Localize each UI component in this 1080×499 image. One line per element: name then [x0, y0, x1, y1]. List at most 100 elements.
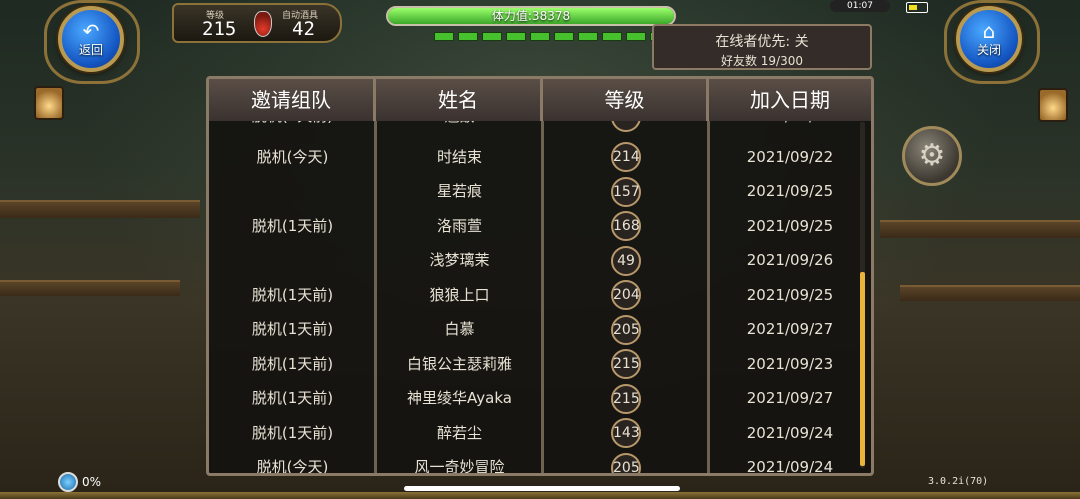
level-value: 215	[202, 18, 237, 40]
level-badge: 168	[611, 211, 641, 241]
online-panel[interactable]: 在线者优先: 关 好友数 19/300	[652, 24, 872, 70]
header-name[interactable]: 姓名	[376, 79, 543, 121]
bookshelf-left-lower	[0, 280, 180, 296]
stamina-widget: 体力值:38378	[386, 6, 676, 46]
table-row[interactable]: 脱机(今天) 时结束 214 2021/09/22	[209, 140, 871, 175]
cell-level: 168	[543, 209, 709, 244]
cell-level: 215	[543, 381, 709, 416]
cell-status[interactable]: 脱机(1天前)	[209, 209, 376, 244]
cell-status[interactable]: 脱机(今天)	[209, 450, 376, 473]
cell-status[interactable]: 脱机(3天前)	[209, 121, 376, 134]
table-row[interactable]: 脱机(1天前) 醉若尘 143 2021/09/24	[209, 416, 871, 451]
stamina-segment	[626, 32, 646, 41]
cell-level: 204	[543, 278, 709, 313]
level-badge: 215	[611, 383, 641, 414]
network-icon	[58, 472, 78, 492]
table-row[interactable]: 脱机(3天前) 魅敌 216 2021/09/25	[209, 121, 871, 134]
table-row[interactable]: 脱机(1天前) 白慕 205 2021/09/27	[209, 312, 871, 347]
friend-list[interactable]: 脱机(3天前) 魅敌 216 2021/09/25 脱机(今天) 时结束 214…	[209, 121, 871, 473]
home-indicator[interactable]	[404, 486, 680, 491]
cell-name: 狼狼上口	[429, 285, 490, 304]
cell-level: 205	[543, 450, 709, 473]
table-row[interactable]: 脱机(今天) 风一奇妙冒险 205 2021/09/24	[209, 450, 871, 473]
table-row[interactable]: 脱机(1天前) 狼狼上口 204 2021/09/25	[209, 278, 871, 313]
cell-level: 215	[543, 347, 709, 382]
cell-name: 魅敌	[376, 121, 543, 134]
cell-level: 214	[543, 140, 709, 175]
level-badge: 204	[611, 280, 641, 310]
auto-potion-value: 42	[292, 18, 315, 40]
version-label: 3.0.2i(70)	[928, 476, 989, 487]
player-stat-bar: 等级 215 自动酒具 42	[172, 3, 342, 43]
table-header: 邀请组队 姓名 等级 加入日期	[209, 79, 871, 121]
cell-status[interactable]: 脱机(1天前)	[209, 278, 376, 313]
friend-list-panel: 邀请组队 姓名 等级 加入日期 脱机(3天前) 魅敌 216 2021/09/2…	[206, 76, 874, 476]
stamina-segment	[530, 32, 550, 41]
cell-date: 2021/09/23	[746, 354, 834, 373]
level-badge: 214	[611, 142, 641, 172]
table-row[interactable]: 浅梦璃茉 49 2021/09/26	[209, 243, 871, 278]
header-level[interactable]: 等级	[543, 79, 709, 121]
settings-button[interactable]: ⚙	[902, 126, 962, 186]
battery-icon	[906, 2, 928, 13]
cell-status[interactable]	[209, 174, 376, 209]
cell-date: 2021/09/22	[746, 147, 834, 166]
gear-icon: ⚙	[918, 138, 946, 173]
cell-level: 143	[543, 416, 709, 451]
cell-date: 2021/09/24	[746, 458, 834, 473]
cell-level: 157	[543, 174, 709, 209]
cell-name: 时结束	[436, 147, 482, 166]
stamina-segment	[482, 32, 502, 41]
cell-name: 醉若尘	[436, 423, 482, 442]
stamina-segment	[602, 32, 622, 41]
potion-icon[interactable]	[254, 11, 272, 37]
stamina-segments	[434, 32, 670, 41]
bottom-frame	[0, 492, 1080, 499]
cell-name: 洛雨萱	[436, 216, 482, 235]
cell-status[interactable]: 脱机(1天前)	[209, 416, 376, 451]
online-first-toggle[interactable]: 在线者优先: 关	[654, 31, 870, 51]
cell-date: 2021/09/25	[709, 121, 871, 134]
level-badge: 157	[611, 176, 641, 207]
cell-status[interactable]: 脱机(1天前)	[209, 347, 376, 382]
cell-name: 神里绫华Ayaka	[407, 389, 512, 407]
scrollbar-thumb[interactable]	[860, 272, 865, 466]
stamina-segment	[506, 32, 526, 41]
level-badge: 49	[611, 245, 641, 276]
network-percent: 0%	[82, 475, 102, 489]
cell-status[interactable]: 脱机(1天前)	[209, 381, 376, 416]
cell-status[interactable]: 脱机(今天)	[209, 140, 376, 175]
level-badge: 205	[611, 314, 641, 345]
cell-level: 205	[543, 312, 709, 347]
cell-status[interactable]	[209, 243, 376, 278]
level-badge: 216	[611, 121, 641, 132]
back-button[interactable]: ↶ 返回	[58, 6, 124, 72]
cell-date: 2021/09/27	[746, 389, 834, 407]
bookshelf-right	[880, 220, 1080, 238]
table-row[interactable]: 脱机(1天前) 神里绫华Ayaka 215 2021/09/27	[209, 381, 871, 416]
cell-level: 49	[543, 243, 709, 278]
header-invite-team[interactable]: 邀请组队	[209, 79, 376, 121]
cell-status[interactable]: 脱机(1天前)	[209, 312, 376, 347]
bookshelf-left	[0, 200, 200, 218]
stamina-text: 体力值:38378	[491, 9, 571, 23]
table-row[interactable]: 脱机(1天前) 白银公主瑟莉雅 215 2021/09/23	[209, 347, 871, 382]
home-icon: ⌂	[982, 19, 996, 43]
cell-name: 风一奇妙冒险	[414, 458, 505, 473]
stamina-segment	[554, 32, 574, 41]
table-row[interactable]: 脱机(1天前) 洛雨萱 168 2021/09/25	[209, 209, 871, 244]
stamina-segment	[578, 32, 598, 41]
back-arrow-icon: ↶	[82, 19, 100, 43]
header-join-date[interactable]: 加入日期	[709, 79, 871, 121]
level-badge: 205	[611, 452, 641, 473]
cell-date: 2021/09/25	[746, 285, 834, 304]
bookshelf-right-lower	[900, 285, 1080, 301]
table-row[interactable]: 星若痕 157 2021/09/25	[209, 174, 871, 209]
friend-list-scrollbar[interactable]	[860, 122, 865, 468]
close-button-label: 关闭	[976, 43, 1001, 57]
close-button[interactable]: ⌂ 关闭	[956, 6, 1022, 72]
cell-date: 2021/09/25	[746, 216, 834, 235]
stamina-segment	[458, 32, 478, 41]
cell-date: 2021/09/27	[746, 320, 834, 338]
wall-lamp-left	[34, 86, 64, 120]
